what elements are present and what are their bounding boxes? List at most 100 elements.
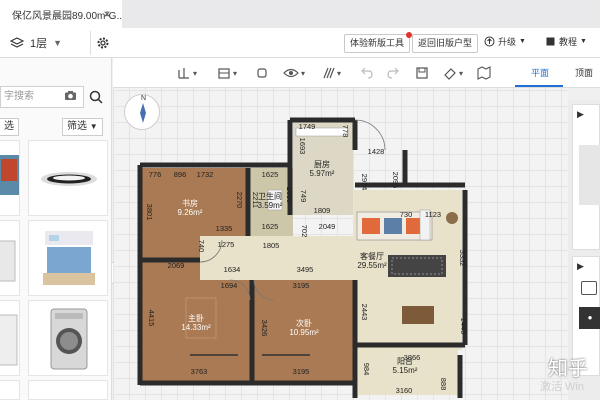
- chevron-down-icon: ▾: [337, 68, 342, 78]
- floor-label: 1层: [30, 38, 48, 50]
- room-name: 厨房: [314, 159, 330, 169]
- dimension-label: 2443: [360, 304, 369, 321]
- undo-icon: [361, 67, 373, 79]
- dimension-label: 3495: [297, 265, 314, 274]
- redo-icon: [387, 67, 399, 79]
- room-area: 5.15m²: [393, 366, 418, 375]
- compass[interactable]: N: [124, 94, 160, 130]
- dimension-label: 1335: [216, 224, 233, 233]
- map-icon: [477, 66, 491, 80]
- product-thumbnail[interactable]: [28, 140, 108, 216]
- category-chip[interactable]: 选: [0, 118, 19, 136]
- dimension-label: 1693: [298, 138, 307, 155]
- back-old-label: 返回旧版户型: [418, 38, 473, 48]
- floorplan[interactable]: 1749 778 1693 1428 776 896 1732 1625 1689 3801 227…: [113, 58, 568, 400]
- product-thumbnail[interactable]: [0, 380, 20, 400]
- room-name: 阳台: [397, 356, 413, 366]
- undo-button[interactable]: [359, 65, 373, 81]
- render-button[interactable]: ●: [579, 307, 600, 329]
- dimension-label: 1428: [368, 147, 385, 156]
- dimension-label: 749: [299, 190, 308, 203]
- dimension-label: 2974: [360, 174, 369, 191]
- tutorial-label: 教程: [559, 37, 578, 47]
- dimension-label: 3426: [260, 320, 269, 337]
- redo-button[interactable]: [387, 65, 401, 81]
- product-thumbnail[interactable]: [0, 140, 20, 216]
- place-furniture-tool[interactable]: ▾: [217, 65, 237, 81]
- dimension-label: 1809: [314, 206, 331, 215]
- dimension-label: 888: [439, 378, 448, 391]
- dimension-label: 1275: [218, 240, 235, 249]
- property-card[interactable]: ▶: [572, 104, 600, 250]
- dimension-label: 896: [174, 170, 187, 179]
- try-new-tool-button[interactable]: 体验新版工具: [344, 32, 413, 53]
- room-name: 主卧: [188, 313, 204, 323]
- search-button[interactable]: [85, 86, 107, 108]
- product-thumbnail[interactable]: [28, 380, 108, 400]
- dimension-label: 1446: [459, 318, 468, 335]
- dimension-label: 1749: [299, 122, 316, 131]
- layers-icon: [10, 37, 24, 48]
- filter-label: 筛选: [67, 121, 87, 132]
- style-tool[interactable]: ▾: [321, 65, 341, 81]
- compass-needle-icon: [140, 103, 146, 123]
- rug-icon: [388, 255, 446, 277]
- close-icon[interactable]: ×: [100, 7, 114, 21]
- upgrade-label: 升级: [498, 37, 517, 47]
- active-tab-indicator: [515, 85, 563, 87]
- product-thumbnail[interactable]: [0, 220, 20, 296]
- room-name: 书房: [182, 198, 198, 208]
- material-tool[interactable]: [255, 65, 269, 81]
- dimension-label: 4415: [147, 310, 156, 327]
- upgrade-icon: [484, 36, 495, 47]
- back-old-version-button[interactable]: 返回旧版户型: [412, 34, 479, 53]
- product-thumbnail[interactable]: [0, 300, 20, 376]
- tab-plan[interactable]: 平面: [531, 66, 549, 79]
- dimension-label: 1805: [263, 241, 280, 250]
- design-canvas[interactable]: 1749 778 1693 1428 776 896 1732 1625 1689 3801 227…: [113, 58, 568, 400]
- top-bar: 1层 ▼ 体验新版工具 返回旧版户型 升级 ▼ 教程 ▼: [0, 28, 600, 58]
- room-area: 14.33m²: [181, 323, 211, 332]
- filter-icon: ▼: [89, 122, 98, 131]
- dimension-label: 1625: [262, 222, 279, 231]
- tab-top[interactable]: 顶面: [575, 66, 593, 79]
- tutorial-menu[interactable]: 教程 ▼: [545, 35, 587, 48]
- room-name: 客餐厅: [360, 251, 384, 261]
- room-name: 卫生间: [258, 191, 282, 201]
- eraser-tool[interactable]: ▾: [443, 65, 463, 81]
- dimension-label: 3195: [293, 281, 310, 290]
- dimension-label: 3160: [396, 386, 413, 395]
- product-thumbnail[interactable]: [28, 300, 108, 376]
- dimension-label: 1625: [262, 170, 279, 179]
- gear-icon: [97, 37, 108, 49]
- save-icon: [416, 67, 428, 79]
- material-icon: [257, 68, 267, 78]
- dimension-label: 3763: [191, 367, 208, 376]
- book-icon: [546, 37, 555, 46]
- floor-selector[interactable]: 1层 ▼: [10, 33, 62, 53]
- camera-icon[interactable]: [64, 90, 77, 101]
- filter-button[interactable]: 筛选 ▼: [62, 118, 103, 136]
- save-button[interactable]: [415, 65, 429, 81]
- product-thumbnail[interactable]: [28, 220, 108, 296]
- try-new-label: 体验新版工具: [350, 38, 405, 48]
- dimension-label: 1732: [197, 170, 214, 179]
- dimension-label: 1634: [224, 265, 241, 274]
- dimension-label: 3195: [293, 367, 310, 376]
- draw-wall-tool[interactable]: ▾: [177, 65, 197, 81]
- search-icon: [89, 90, 103, 104]
- room-area: 29.55m²: [357, 261, 387, 270]
- view-tool[interactable]: ▾: [283, 65, 305, 81]
- map-tool[interactable]: [477, 65, 491, 81]
- watermark-text: 激活 Win: [540, 381, 584, 393]
- room-area: 3.59m²: [258, 201, 283, 210]
- eraser-icon: [444, 68, 456, 80]
- browser-tab[interactable]: 保亿风景晨园89.00m²G... ×: [0, 0, 122, 28]
- dimension-label: 1689: [285, 187, 294, 204]
- view-tabs: 平面 顶面: [515, 58, 600, 88]
- settings-button[interactable]: [90, 31, 114, 55]
- cabinet-icon: [218, 68, 230, 79]
- upgrade-menu[interactable]: 升级 ▼: [484, 35, 526, 48]
- stripes-icon: [323, 67, 335, 79]
- room-area: 5.97m²: [310, 169, 335, 178]
